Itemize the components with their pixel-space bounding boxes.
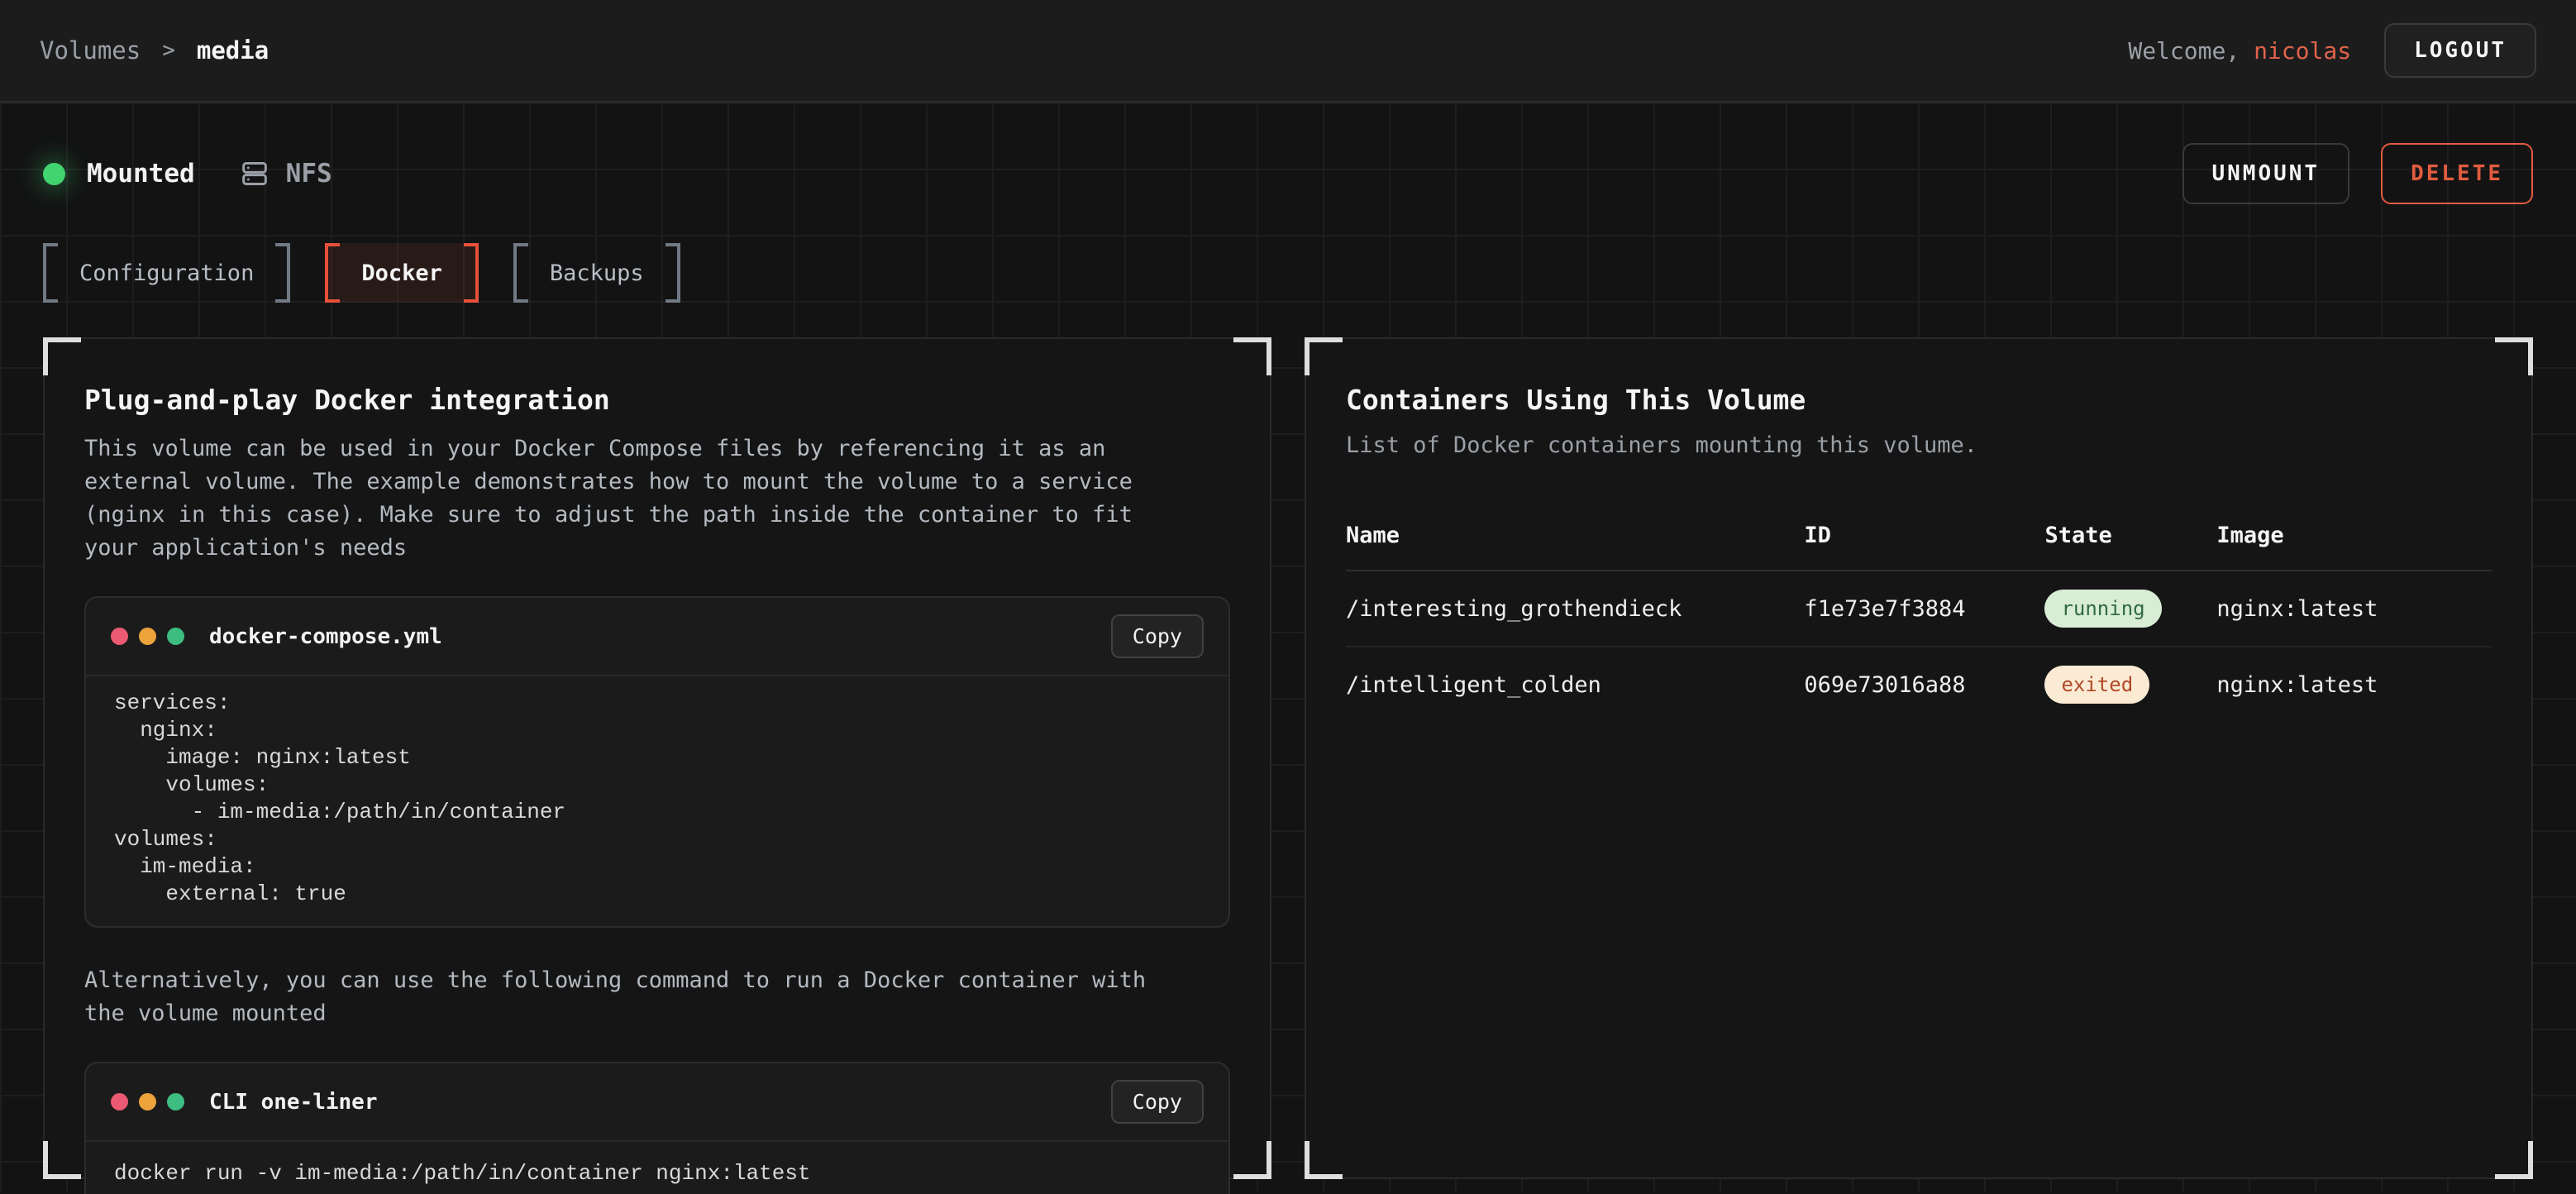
container-name: /interesting_grothendieck	[1346, 571, 1804, 647]
traffic-lights-icon	[111, 1093, 184, 1110]
green-dot-icon	[167, 628, 184, 645]
volume-status-row: Mounted NFS UNMOUNT DELETE	[43, 142, 2533, 205]
green-dot-icon	[167, 1093, 184, 1110]
status-badge: exited	[2044, 666, 2149, 704]
containers-panel-title: Containers Using This Volume	[1346, 384, 2492, 416]
tab-docker-label: Docker	[361, 260, 442, 286]
volume-actions: UNMOUNT DELETE	[2182, 143, 2534, 204]
panel-corner-icon	[1233, 1141, 1271, 1179]
panels-row: Plug-and-play Docker integration This vo…	[43, 337, 2533, 1179]
logout-button[interactable]: LOGOUT	[2384, 23, 2536, 78]
cli-title: CLI one-liner	[209, 1090, 378, 1115]
compose-code-header: docker-compose.yml Copy	[86, 598, 1228, 676]
table-header-row: Name ID State Image	[1346, 523, 2492, 571]
chevron-right-icon: >	[162, 38, 175, 63]
copy-compose-button[interactable]: Copy	[1111, 614, 1204, 658]
bracket-left-icon	[43, 243, 58, 303]
cli-code-block: CLI one-liner Copy docker run -v im-medi…	[84, 1062, 1230, 1194]
container-id: 069e73016a88	[1804, 647, 2044, 722]
bracket-left-icon	[513, 243, 528, 303]
table-row: /intelligent_colden 069e73016a88 exited …	[1346, 647, 2492, 722]
docker-panel-title: Plug-and-play Docker integration	[84, 384, 1230, 416]
server-stack-icon	[238, 157, 271, 190]
username: nicolas	[2254, 37, 2351, 64]
panel-corner-icon	[1233, 337, 1271, 375]
column-header-image: Image	[2216, 523, 2492, 571]
container-name: /intelligent_colden	[1346, 647, 1804, 722]
docker-integration-panel: Plug-and-play Docker integration This vo…	[43, 337, 1271, 1179]
status-badge: running	[2044, 590, 2161, 628]
bracket-right-icon	[464, 243, 479, 303]
containers-panel: Containers Using This Volume List of Doc…	[1305, 337, 2533, 1179]
amber-dot-icon	[139, 628, 156, 645]
column-header-state: State	[2044, 523, 2216, 571]
containers-table: Name ID State Image /interesting_grothen…	[1346, 523, 2492, 722]
top-bar: Volumes > media Welcome, nicolas LOGOUT	[0, 0, 2576, 103]
docker-panel-description: This volume can be used in your Docker C…	[84, 432, 1230, 565]
tab-bar: Configuration Docker Backups	[43, 243, 2533, 303]
tab-docker[interactable]: Docker	[325, 243, 479, 303]
cli-intro-text: Alternatively, you can use the following…	[84, 964, 1230, 1030]
container-image: nginx:latest	[2216, 647, 2492, 722]
cli-code-header: CLI one-liner Copy	[86, 1063, 1228, 1142]
red-dot-icon	[111, 1093, 128, 1110]
volume-status: Mounted NFS	[43, 157, 332, 190]
containers-panel-subtitle: List of Docker containers mounting this …	[1346, 432, 2492, 458]
compose-code-block: docker-compose.yml Copy services: nginx:…	[84, 596, 1230, 928]
main-content: Mounted NFS UNMOUNT DELETE Configuration	[0, 103, 2576, 1192]
tab-backups-label: Backups	[550, 260, 644, 286]
panel-corner-icon	[1305, 337, 1343, 375]
panel-corner-icon	[43, 337, 81, 375]
cli-code-content: docker run -v im-media:/path/in/containe…	[86, 1142, 1228, 1194]
bracket-right-icon	[665, 243, 680, 303]
bracket-right-icon	[275, 243, 290, 303]
traffic-lights-icon	[111, 628, 184, 645]
unmount-button[interactable]: UNMOUNT	[2182, 143, 2350, 204]
column-header-name: Name	[1346, 523, 1804, 571]
delete-button[interactable]: DELETE	[2381, 143, 2533, 204]
table-row: /interesting_grothendieck f1e73e7f3884 r…	[1346, 571, 2492, 647]
top-bar-right: Welcome, nicolas LOGOUT	[2128, 23, 2536, 78]
copy-cli-button[interactable]: Copy	[1111, 1080, 1204, 1124]
breadcrumb-volumes[interactable]: Volumes	[40, 36, 141, 64]
mounted-status-label: Mounted	[87, 159, 195, 189]
red-dot-icon	[111, 628, 128, 645]
welcome-text: Welcome, nicolas	[2128, 37, 2351, 64]
welcome-prefix: Welcome,	[2128, 37, 2254, 64]
container-image: nginx:latest	[2216, 571, 2492, 647]
tab-configuration[interactable]: Configuration	[43, 243, 290, 303]
compose-code-content: services: nginx: image: nginx:latest vol…	[86, 676, 1228, 926]
tab-backups[interactable]: Backups	[513, 243, 680, 303]
amber-dot-icon	[139, 1093, 156, 1110]
container-id: f1e73e7f3884	[1804, 571, 2044, 647]
tab-configuration-label: Configuration	[79, 260, 254, 286]
panel-corner-icon	[2495, 337, 2533, 375]
mount-type-label: NFS	[286, 159, 332, 189]
panel-corner-icon	[43, 1141, 81, 1179]
column-header-id: ID	[1804, 523, 2044, 571]
panel-corner-icon	[1305, 1141, 1343, 1179]
compose-filename: docker-compose.yml	[209, 624, 442, 649]
bracket-left-icon	[325, 243, 340, 303]
mounted-status-dot-icon	[43, 163, 65, 185]
breadcrumb: Volumes > media	[40, 36, 269, 64]
breadcrumb-current-volume: media	[197, 36, 269, 64]
panel-corner-icon	[2495, 1141, 2533, 1179]
